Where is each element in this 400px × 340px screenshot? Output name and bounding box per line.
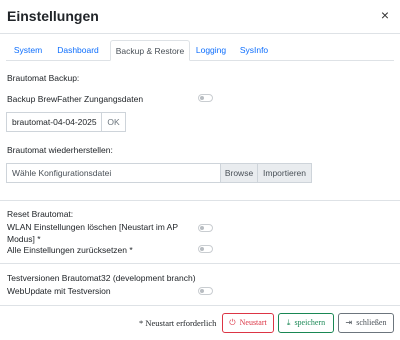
reset-wlan-label-line2: Modus] *	[7, 234, 41, 244]
backup-brewfather-switch[interactable]	[198, 94, 213, 102]
tab-backup-restore[interactable]: Backup & Restore	[110, 40, 190, 61]
download-icon: ⤓	[286, 318, 291, 327]
power-icon: ⏻	[229, 318, 236, 327]
tab-logging[interactable]: Logging	[192, 40, 230, 60]
test-webupdate-switch[interactable]	[198, 287, 213, 295]
backup-brewfather-label: Backup BrewFather Zungangsdaten	[7, 94, 144, 104]
restore-import-button[interactable]: Importieren	[257, 163, 312, 183]
reset-heading: Reset Brautomat:	[7, 209, 74, 219]
restore-file-input[interactable]: Wähle Konfigurationsdatei	[6, 163, 221, 183]
tab-system[interactable]: System	[8, 40, 48, 60]
backup-ok-button[interactable]: OK	[101, 112, 126, 132]
divider	[0, 200, 400, 201]
test-webupdate-label: WebUpdate mit Testversion	[7, 286, 111, 296]
divider	[0, 263, 400, 264]
sign-out-icon: ⇥	[345, 318, 353, 327]
reset-wlan-switch[interactable]	[198, 224, 213, 232]
footer-note: * Neustart erforderlich	[139, 318, 217, 328]
dialog-title: Einstellungen	[7, 8, 99, 24]
reset-all-switch[interactable]	[198, 245, 213, 253]
tab-sysinfo[interactable]: SysInfo	[234, 40, 274, 60]
reset-wlan-label-line1: WLAN Einstellungen löschen [Neustart im …	[7, 222, 179, 232]
settings-tabs: System Dashboard Backup & Restore Loggin…	[6, 40, 394, 61]
dialog-header: Einstellungen ×	[0, 0, 400, 34]
save-label: speichern	[294, 318, 326, 327]
close-label: schließen	[356, 318, 387, 327]
footer-divider	[0, 305, 400, 306]
reset-all-label: Alle Einstellungen zurücksetzen *	[7, 245, 133, 255]
close-icon[interactable]: ×	[378, 8, 392, 22]
close-button[interactable]: ⇥ schließen	[338, 313, 394, 333]
tab-dashboard[interactable]: Dashboard	[53, 40, 103, 60]
backup-heading: Brautomat Backup:	[7, 73, 80, 83]
test-heading: Testversionen Brautomat32 (development b…	[7, 273, 196, 283]
backup-filename-input[interactable]: brautomat-04-04-2025	[6, 112, 102, 132]
save-button[interactable]: ⤓ speichern	[278, 313, 334, 333]
restart-button[interactable]: ⏻ Neustart	[222, 313, 274, 333]
restore-heading: Brautomat wiederherstellen:	[7, 145, 113, 155]
restart-label: Neustart	[239, 318, 267, 327]
restore-browse-button[interactable]: Browse	[220, 163, 258, 183]
